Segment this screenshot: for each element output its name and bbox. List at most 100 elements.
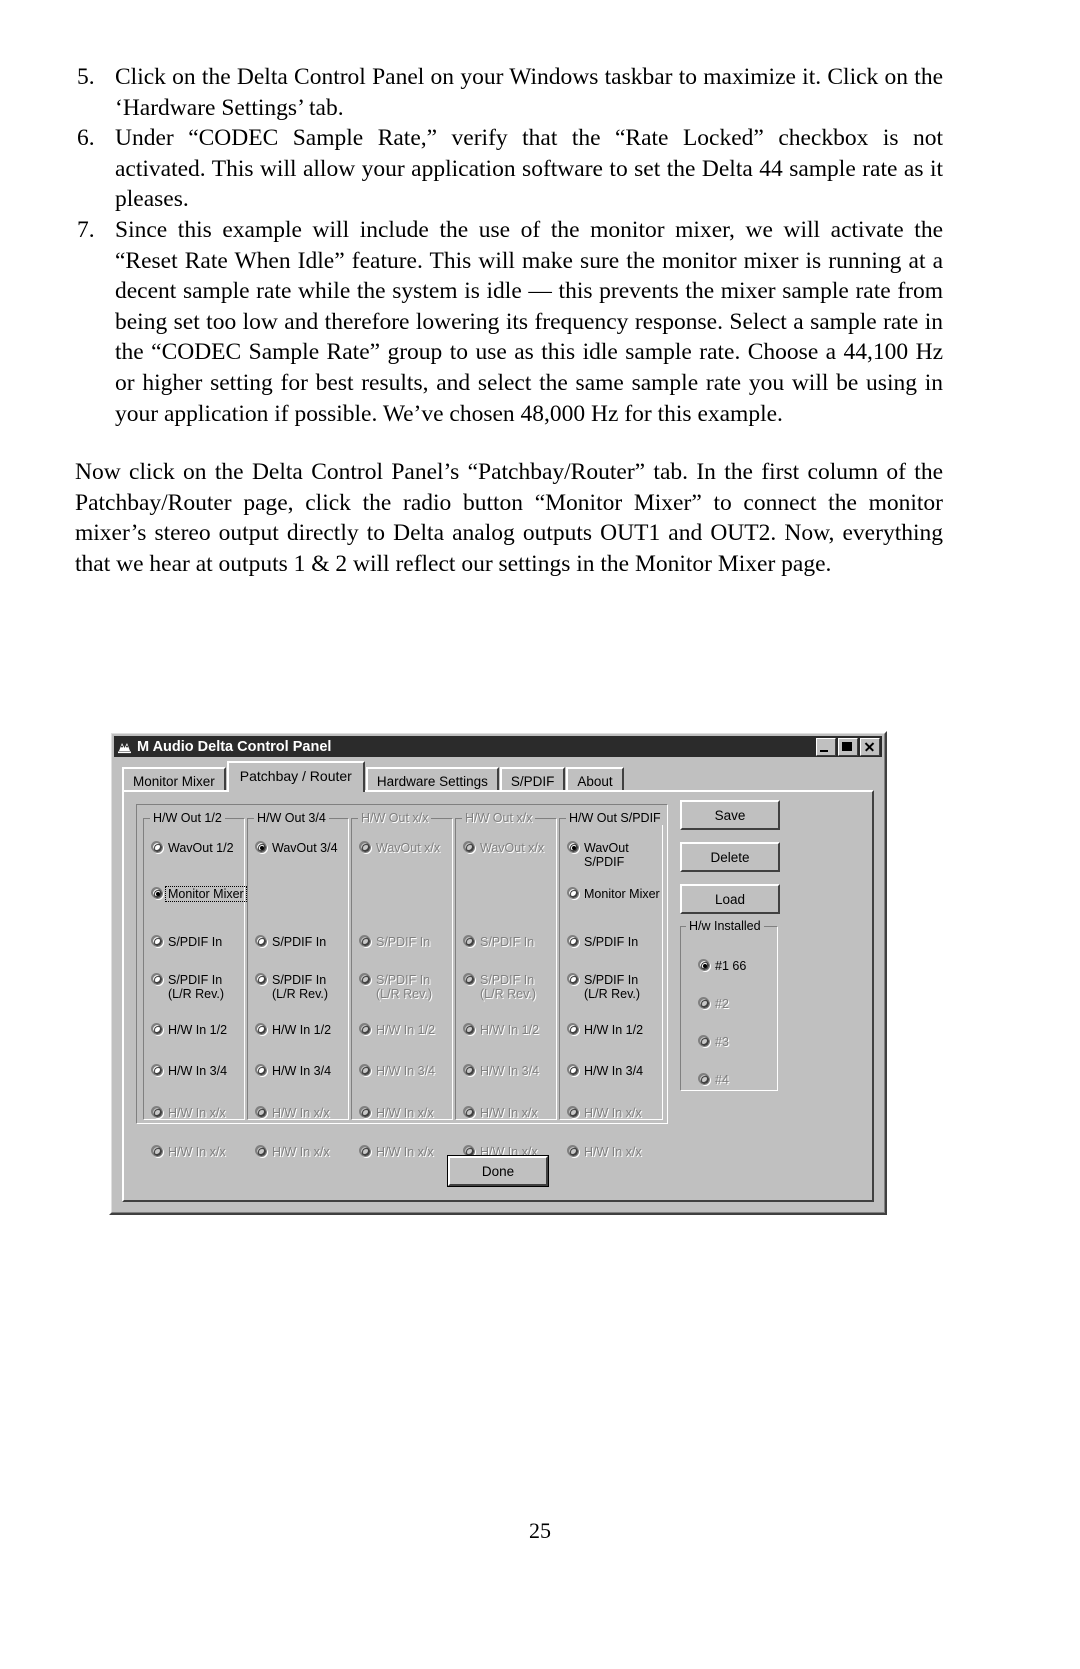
body-paragraph: Now click on the Delta Control Panel’s “… [75, 459, 943, 577]
radio-option-label: H/W In 3/4 [272, 1064, 332, 1078]
radio-option[interactable]: WavOut 1/2 [152, 841, 234, 855]
routing-group-2: H/W Out x/x WavOut x/x S/PDIF In S/PDIF In … [351, 811, 453, 1159]
radio-option[interactable]: H/W In 1/2 [152, 1023, 227, 1037]
radio-indicator-icon [360, 1107, 371, 1118]
tab-panel-patchbay-router: H/W Out 1/2 WavOut 1/2 Monitor Mixer S/PDIF… [122, 790, 874, 1202]
radio-indicator-icon [699, 1074, 710, 1085]
radio-indicator-icon [360, 974, 371, 985]
list-item-text: Under “CODEC Sample Rate,” verify that t… [115, 125, 943, 213]
radio-option[interactable]: S/PDIF In [256, 935, 326, 949]
done-button-row: Done [124, 1156, 872, 1186]
radio-option: H/W In 3/4 [464, 1064, 539, 1078]
radio-option[interactable]: S/PDIF In (L/R Rev.) [256, 973, 328, 1001]
routing-group-title: H/W Out 3/4 [254, 811, 329, 825]
radio-option-label: H/W In x/x [480, 1106, 538, 1120]
radio-option: H/W In x/x [464, 1106, 538, 1120]
radio-option[interactable]: S/PDIF In (L/R Rev.) [152, 973, 224, 1001]
numbered-instruction-list: 5. Click on the Delta Control Panel on yo… [75, 62, 943, 429]
hw-installed-label: #1 66 [715, 959, 747, 973]
save-button[interactable]: Save [680, 800, 780, 830]
radio-indicator-icon [152, 974, 163, 985]
radio-option-label: S/PDIF In (L/R Rev.) [376, 973, 433, 1001]
list-item-number: 7. [77, 216, 95, 243]
radio-option: H/W In 1/2 [360, 1023, 435, 1037]
radio-option[interactable]: WavOut 3/4 [256, 841, 338, 855]
radio-indicator-icon [699, 1036, 710, 1047]
routing-group-body: WavOut x/x S/PDIF In S/PDIF In (L/R Rev.) H… [456, 831, 556, 1159]
radio-option[interactable]: Monitor Mixer [568, 887, 660, 901]
routing-group-body: WavOut 1/2 Monitor Mixer S/PDIF In S/PDIF I… [144, 831, 247, 1159]
load-button[interactable]: Load [680, 884, 780, 914]
radio-option-label: S/PDIF In [584, 935, 639, 949]
radio-option[interactable]: H/W In 1/2 [568, 1023, 643, 1037]
radio-option: WavOut x/x [464, 841, 544, 855]
radio-indicator-icon [464, 1107, 475, 1118]
radio-indicator-icon [256, 1024, 267, 1035]
radio-indicator-icon [152, 936, 163, 947]
radio-option[interactable]: H/W In 3/4 [152, 1064, 227, 1078]
hw-installed-radio: #3 [699, 1035, 729, 1049]
maximize-button[interactable] [838, 737, 858, 756]
radio-indicator-icon [152, 888, 163, 899]
radio-option-label: WavOut S/PDIF [584, 841, 629, 869]
delete-button[interactable]: Delete [680, 842, 780, 872]
radio-option: WavOut x/x [360, 841, 440, 855]
radio-option-label: Monitor Mixer [584, 887, 660, 901]
radio-option-label: H/W In 1/2 [584, 1023, 644, 1037]
routing-group-title: H/W Out 1/2 [150, 811, 225, 825]
radio-option-label: S/PDIF In (L/R Rev.) [168, 973, 225, 1001]
radio-indicator-icon [256, 936, 267, 947]
close-button[interactable] [860, 737, 880, 756]
radio-indicator-icon [360, 936, 371, 947]
radio-option-label: S/PDIF In [480, 935, 535, 949]
radio-option-label: S/PDIF In [272, 935, 327, 949]
radio-option[interactable]: H/W In 3/4 [568, 1064, 643, 1078]
radio-option[interactable]: S/PDIF In [568, 935, 638, 949]
radio-option: H/W In x/x [360, 1106, 434, 1120]
radio-option: H/W In 3/4 [360, 1064, 435, 1078]
routing-group-4: H/W Out S/PDIF WavOut S/PDIF Monitor Mixer… [559, 811, 664, 1159]
list-item-text: Click on the Delta Control Panel on your… [115, 64, 943, 121]
routing-columns: H/W Out 1/2 WavOut 1/2 Monitor Mixer S/PDIF… [143, 811, 664, 1159]
radio-indicator-icon [568, 974, 579, 985]
tab-patchbay-router[interactable]: Patchbay / Router [226, 761, 365, 792]
hw-installed-group: H/w Installed #1 66 #2 #3 #4 [680, 919, 778, 1091]
radio-option-label: WavOut x/x [480, 841, 545, 855]
radio-option[interactable]: Monitor Mixer [152, 886, 247, 902]
radio-indicator-icon [152, 1065, 163, 1076]
routing-group-body: WavOut 3/4 S/PDIF In S/PDIF In (L/R Rev.) H… [248, 831, 348, 1159]
radio-option-label: S/PDIF In [168, 935, 223, 949]
radio-indicator-icon [256, 1107, 267, 1118]
radio-option: S/PDIF In [360, 935, 430, 949]
done-button[interactable]: Done [448, 1156, 548, 1186]
list-item-text: Since this example will include the use … [115, 216, 943, 427]
radio-option[interactable]: S/PDIF In (L/R Rev.) [568, 973, 640, 1001]
radio-option: H/W In x/x [152, 1106, 226, 1120]
radio-option-label: H/W In x/x [584, 1106, 642, 1120]
radio-option-label: WavOut x/x [376, 841, 441, 855]
list-item-number: 6. [77, 125, 95, 152]
list-item: 6. Under “CODEC Sample Rate,” verify that… [75, 123, 943, 215]
page: 5. Click on the Delta Control Panel on yo… [0, 0, 1080, 1669]
routing-group-title: H/W Out x/x [462, 811, 536, 825]
routing-group-title: H/W Out x/x [358, 811, 432, 825]
routing-group-body: WavOut x/x S/PDIF In S/PDIF In (L/R Rev.) H… [352, 831, 452, 1159]
radio-option-label: S/PDIF In (L/R Rev.) [584, 973, 641, 1001]
radio-option[interactable]: H/W In 1/2 [256, 1023, 331, 1037]
radio-option[interactable]: S/PDIF In [152, 935, 222, 949]
radio-option-label: H/W In 3/4 [584, 1064, 644, 1078]
hw-installed-label: #3 [715, 1035, 729, 1049]
radio-indicator-icon [152, 842, 163, 853]
radio-option[interactable]: H/W In 3/4 [256, 1064, 331, 1078]
window-title: M Audio Delta Control Panel [137, 738, 332, 755]
m-audio-logo-icon [117, 740, 132, 754]
hw-installed-radio[interactable]: #1 66 [699, 959, 746, 973]
radio-option-label: S/PDIF In (L/R Rev.) [480, 973, 537, 1001]
radio-option-label: H/W In 3/4 [376, 1064, 436, 1078]
minimize-button[interactable] [816, 737, 836, 756]
radio-option[interactable]: WavOut S/PDIF [568, 841, 629, 869]
radio-indicator-icon [360, 1065, 371, 1076]
radio-option-label: H/W In 1/2 [376, 1023, 436, 1037]
window-titlebar[interactable]: M Audio Delta Control Panel [114, 736, 882, 757]
radio-option: S/PDIF In [464, 935, 534, 949]
